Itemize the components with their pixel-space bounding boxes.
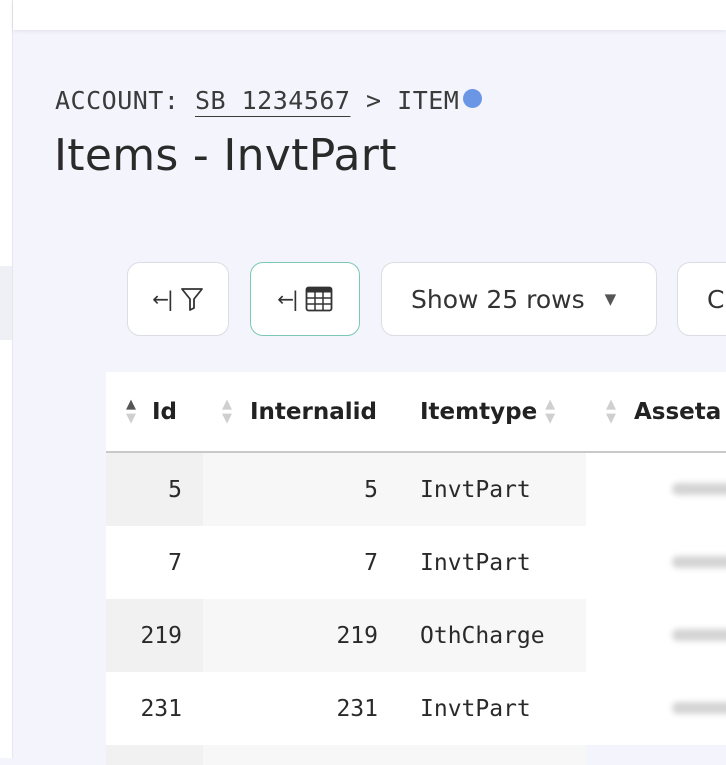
cell-itemtype: OthCharge	[420, 622, 545, 649]
breadcrumb: ACCOUNT: SB 1234567 > ITEM	[55, 86, 483, 115]
breadcrumb-account-link[interactable]: SB 1234567	[195, 86, 351, 115]
chevron-down-icon: ▼	[604, 290, 617, 308]
cell-id: 231	[140, 695, 182, 722]
page-title: Items - InvtPart	[54, 130, 397, 181]
breadcrumb-prefix: ACCOUNT:	[55, 86, 195, 115]
breadcrumb-section: ITEM	[397, 86, 460, 115]
sort-arrows-icon: ▲ ▼	[606, 396, 616, 426]
toggle-columns-button[interactable]: ←|	[250, 262, 360, 336]
sidebar-active-marker	[0, 266, 12, 340]
data-table: ▲ ▼ Id ▲ ▼ Internalid Itemtype ▲ ▼ ▲ ▼ Asset…	[106, 372, 726, 765]
sort-arrows-icon: ▲ ▼	[126, 396, 136, 426]
table-row-partial	[106, 745, 726, 765]
table-header: ▲ ▼ Id ▲ ▼ Internalid Itemtype ▲ ▼ ▲ ▼ Asset…	[106, 372, 726, 453]
column-header-id[interactable]: ▲ ▼ Id	[126, 372, 177, 451]
status-dot	[463, 89, 483, 108]
sort-arrows-icon: ▲ ▼	[222, 396, 232, 426]
rows-per-page-select[interactable]: Show 25 rows ▼	[381, 262, 657, 336]
column-header-asseta[interactable]: ▲ ▼ Asseta	[606, 372, 721, 451]
left-sidebar	[0, 0, 13, 758]
cell-itemtype: InvtPart	[420, 549, 531, 576]
table-grid-icon	[305, 286, 333, 312]
cell-id: 7	[168, 549, 182, 576]
column-header-itemtype[interactable]: Itemtype ▲ ▼	[420, 372, 555, 451]
filter-icon	[180, 288, 203, 311]
rows-per-page-label: Show 25 rows	[411, 284, 585, 314]
sort-arrows-icon: ▲ ▼	[545, 396, 556, 426]
cell-id: 5	[168, 476, 182, 503]
cell-itemtype: InvtPart	[420, 695, 531, 722]
table-row[interactable]: 219 219 OthCharge	[106, 599, 726, 672]
table-row[interactable]: 5 5 InvtPart	[106, 453, 726, 526]
cell-itemtype: InvtPart	[420, 476, 531, 503]
cell-asseta-redacted	[586, 453, 726, 526]
cell-id: 219	[140, 622, 182, 649]
cell-asseta-redacted	[586, 672, 726, 745]
table-row[interactable]: 231 231 InvtPart	[106, 672, 726, 745]
cell-asseta-redacted	[586, 599, 726, 672]
toolbar-button-partial[interactable]: C	[677, 262, 726, 336]
toolbar-button-partial-label: C	[707, 284, 725, 314]
collapse-arrow-icon: ←|	[277, 287, 298, 311]
cell-asseta-redacted	[586, 526, 726, 599]
table-row[interactable]: 7 7 InvtPart	[106, 526, 726, 599]
breadcrumb-separator: >	[350, 86, 398, 115]
collapse-arrow-icon: ←|	[152, 287, 173, 311]
top-bar	[13, 0, 726, 30]
column-header-internalid[interactable]: ▲ ▼ Internalid	[222, 372, 377, 451]
toggle-filters-button[interactable]: ←|	[127, 262, 229, 336]
